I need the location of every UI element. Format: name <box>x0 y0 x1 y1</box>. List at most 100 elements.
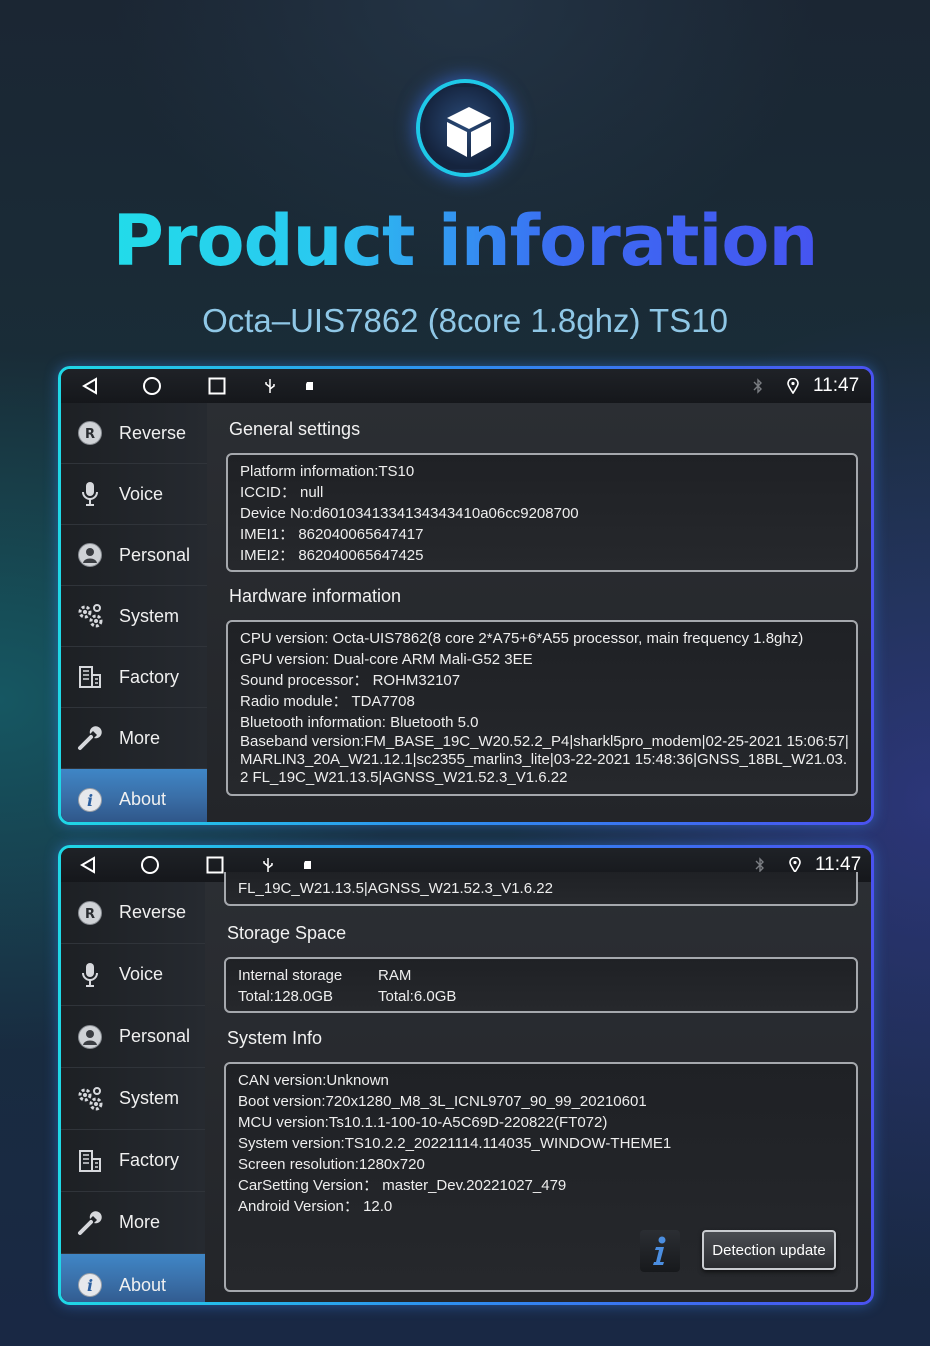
sidebar-item-voice[interactable]: Voice <box>61 944 205 1006</box>
sidebar-item-about[interactable]: i About <box>61 1254 205 1302</box>
microphone-icon <box>61 480 119 508</box>
page-subtitle: Octa–UIS7862 (8core 1.8ghz) TS10 <box>202 302 728 339</box>
storage-box: Internal storage Total:128.0GB RAM Total… <box>224 957 858 1013</box>
person-icon <box>61 542 119 568</box>
sidebar-item-label: Reverse <box>119 422 187 443</box>
cpu-version: CPU version: Octa-UIS7862(8 core 2*A75+6… <box>240 630 804 647</box>
boot-version: Boot version:720x1280_M8_3L_ICNL9707_90_… <box>238 1093 647 1110</box>
info-button[interactable] <box>640 1230 680 1272</box>
carsetting-version: CarSetting Version： master_Dev.20221027_… <box>238 1177 567 1194</box>
sidebar-item-label: System <box>119 1088 180 1108</box>
baseband-continuation-box: FL_19C_W21.13.5|AGNSS_W21.52.3_V1.6.22 <box>224 872 858 906</box>
sidebar-item-label: System <box>119 605 180 626</box>
settings-sidebar: R Reverse Voice Personal System Factory … <box>61 403 207 822</box>
screen-resolution: Screen resolution:1280x720 <box>238 1156 425 1173</box>
internal-storage-label: Internal storage <box>238 967 343 984</box>
sidebar-item-about[interactable]: i About <box>61 769 207 822</box>
sidebar-item-more[interactable]: More <box>61 708 207 769</box>
sidebar-item-more[interactable]: More <box>61 1192 205 1254</box>
baseband-tail: FL_19C_W21.13.5|AGNSS_W21.52.3_V1.6.22 <box>238 880 553 897</box>
sidebar-item-label: Reverse <box>119 902 187 922</box>
page-title: Product inforation <box>0 200 930 282</box>
system-info-box: CAN version:Unknown Boot version:720x128… <box>224 1062 858 1292</box>
person-icon <box>61 1024 119 1050</box>
sidebar-item-label: About <box>119 1274 167 1295</box>
info-icon: i <box>61 1272 119 1298</box>
sidebar-item-label: More <box>119 727 161 748</box>
sidebar-item-personal[interactable]: Personal <box>61 525 207 586</box>
usb-icon <box>261 369 279 403</box>
bluetooth-info: Bluetooth information: Bluetooth 5.0 <box>240 714 479 731</box>
internal-storage-total: Total:128.0GB <box>238 988 334 1005</box>
mcu-version: MCU version:Ts10.1.1-100-10-A5C69D-22082… <box>238 1114 608 1131</box>
sidebar-item-label: Personal <box>119 544 191 565</box>
sidebar-item-reverse[interactable]: R Reverse <box>61 882 205 944</box>
sidebar-item-label: Personal <box>119 1026 191 1046</box>
cube-icon <box>447 107 491 157</box>
product-logo <box>420 83 510 173</box>
android-version: Android Version： 12.0 <box>238 1198 393 1215</box>
microphone-icon <box>61 961 119 989</box>
sidebar-item-label: Factory <box>119 666 180 687</box>
baseband-version: Baseband version:FM_BASE_19C_W20.52.2_P4… <box>240 733 849 786</box>
info-i-icon <box>653 1236 666 1265</box>
factory-icon <box>61 1148 119 1174</box>
back-triangle-icon[interactable] <box>77 848 99 882</box>
svg-text:i: i <box>87 1276 93 1295</box>
screenshot-about-system: 11:47 R Reverse Voice Personal System Fa… <box>58 845 874 1305</box>
gears-icon <box>61 602 119 630</box>
detection-update-button[interactable]: Detection update <box>702 1230 836 1270</box>
device-no: Device No:d6010341334134343410a06cc92087… <box>240 505 579 522</box>
clock: 11:47 <box>813 375 860 396</box>
status-bar: 11:47 <box>61 369 871 403</box>
sound-processor: Sound processor： ROHM32107 <box>240 672 461 689</box>
location-pin-icon <box>785 369 801 403</box>
sidebar-item-factory[interactable]: Factory <box>61 1130 205 1192</box>
back-triangle-icon[interactable] <box>79 369 101 403</box>
section-title-hardware: Hardware information <box>229 586 402 606</box>
sidebar-item-label: Factory <box>119 1150 180 1170</box>
recents-square-icon[interactable] <box>204 848 226 882</box>
platform-info: Platform information:TS10 <box>240 463 415 480</box>
reverse-r-icon: R <box>61 900 119 926</box>
recents-square-icon[interactable] <box>206 369 228 403</box>
imei1: IMEI1： 862040065647417 <box>240 526 424 543</box>
gpu-version: GPU version: Dual-core ARM Mali-G52 3EE <box>240 651 533 668</box>
bluetooth-icon <box>751 369 765 403</box>
sidebar-item-label: About <box>119 789 167 809</box>
svg-text:R: R <box>85 907 95 922</box>
sidebar-item-voice[interactable]: Voice <box>61 464 207 525</box>
about-content: General settings Platform information:TS… <box>207 403 871 822</box>
sidebar-item-label: Voice <box>119 483 164 504</box>
svg-text:i: i <box>87 791 93 810</box>
can-version: CAN version:Unknown <box>238 1072 389 1089</box>
hardware-info-box: CPU version: Octa-UIS7862(8 core 2*A75+6… <box>226 620 858 796</box>
sidebar-item-system[interactable]: System <box>61 1068 205 1130</box>
about-content: FL_19C_W21.13.5|AGNSS_W21.52.3_V1.6.22 S… <box>205 872 871 1302</box>
sidebar-item-personal[interactable]: Personal <box>61 1006 205 1068</box>
section-title-system-info: System Info <box>227 1028 323 1048</box>
wrench-icon <box>61 724 119 752</box>
sidebar-item-label: Voice <box>119 964 164 984</box>
sidebar-item-system[interactable]: System <box>61 586 207 647</box>
sidebar-item-label: More <box>119 1212 161 1232</box>
section-title-general: General settings <box>229 419 361 439</box>
screenshot-about-general: 11:47 R Reverse Voice Personal System Fa… <box>58 366 874 825</box>
settings-sidebar: R Reverse Voice Personal System Factory … <box>61 882 205 1302</box>
home-circle-icon[interactable] <box>141 369 163 403</box>
imei2: IMEI2： 862040065647425 <box>240 547 424 564</box>
section-title-storage: Storage Space <box>227 923 347 943</box>
svg-text:R: R <box>85 427 95 442</box>
iccid: ICCID： null <box>240 484 324 501</box>
gears-icon <box>61 1085 119 1113</box>
sd-card-icon <box>303 369 317 403</box>
home-circle-icon[interactable] <box>139 848 161 882</box>
sidebar-item-reverse[interactable]: R Reverse <box>61 403 207 464</box>
info-icon: i <box>61 787 119 813</box>
wrench-icon <box>61 1209 119 1237</box>
ram-total: Total:6.0GB <box>378 988 457 1005</box>
ram-label: RAM <box>378 967 412 984</box>
reverse-r-icon: R <box>61 420 119 446</box>
factory-icon <box>61 664 119 690</box>
sidebar-item-factory[interactable]: Factory <box>61 647 207 708</box>
